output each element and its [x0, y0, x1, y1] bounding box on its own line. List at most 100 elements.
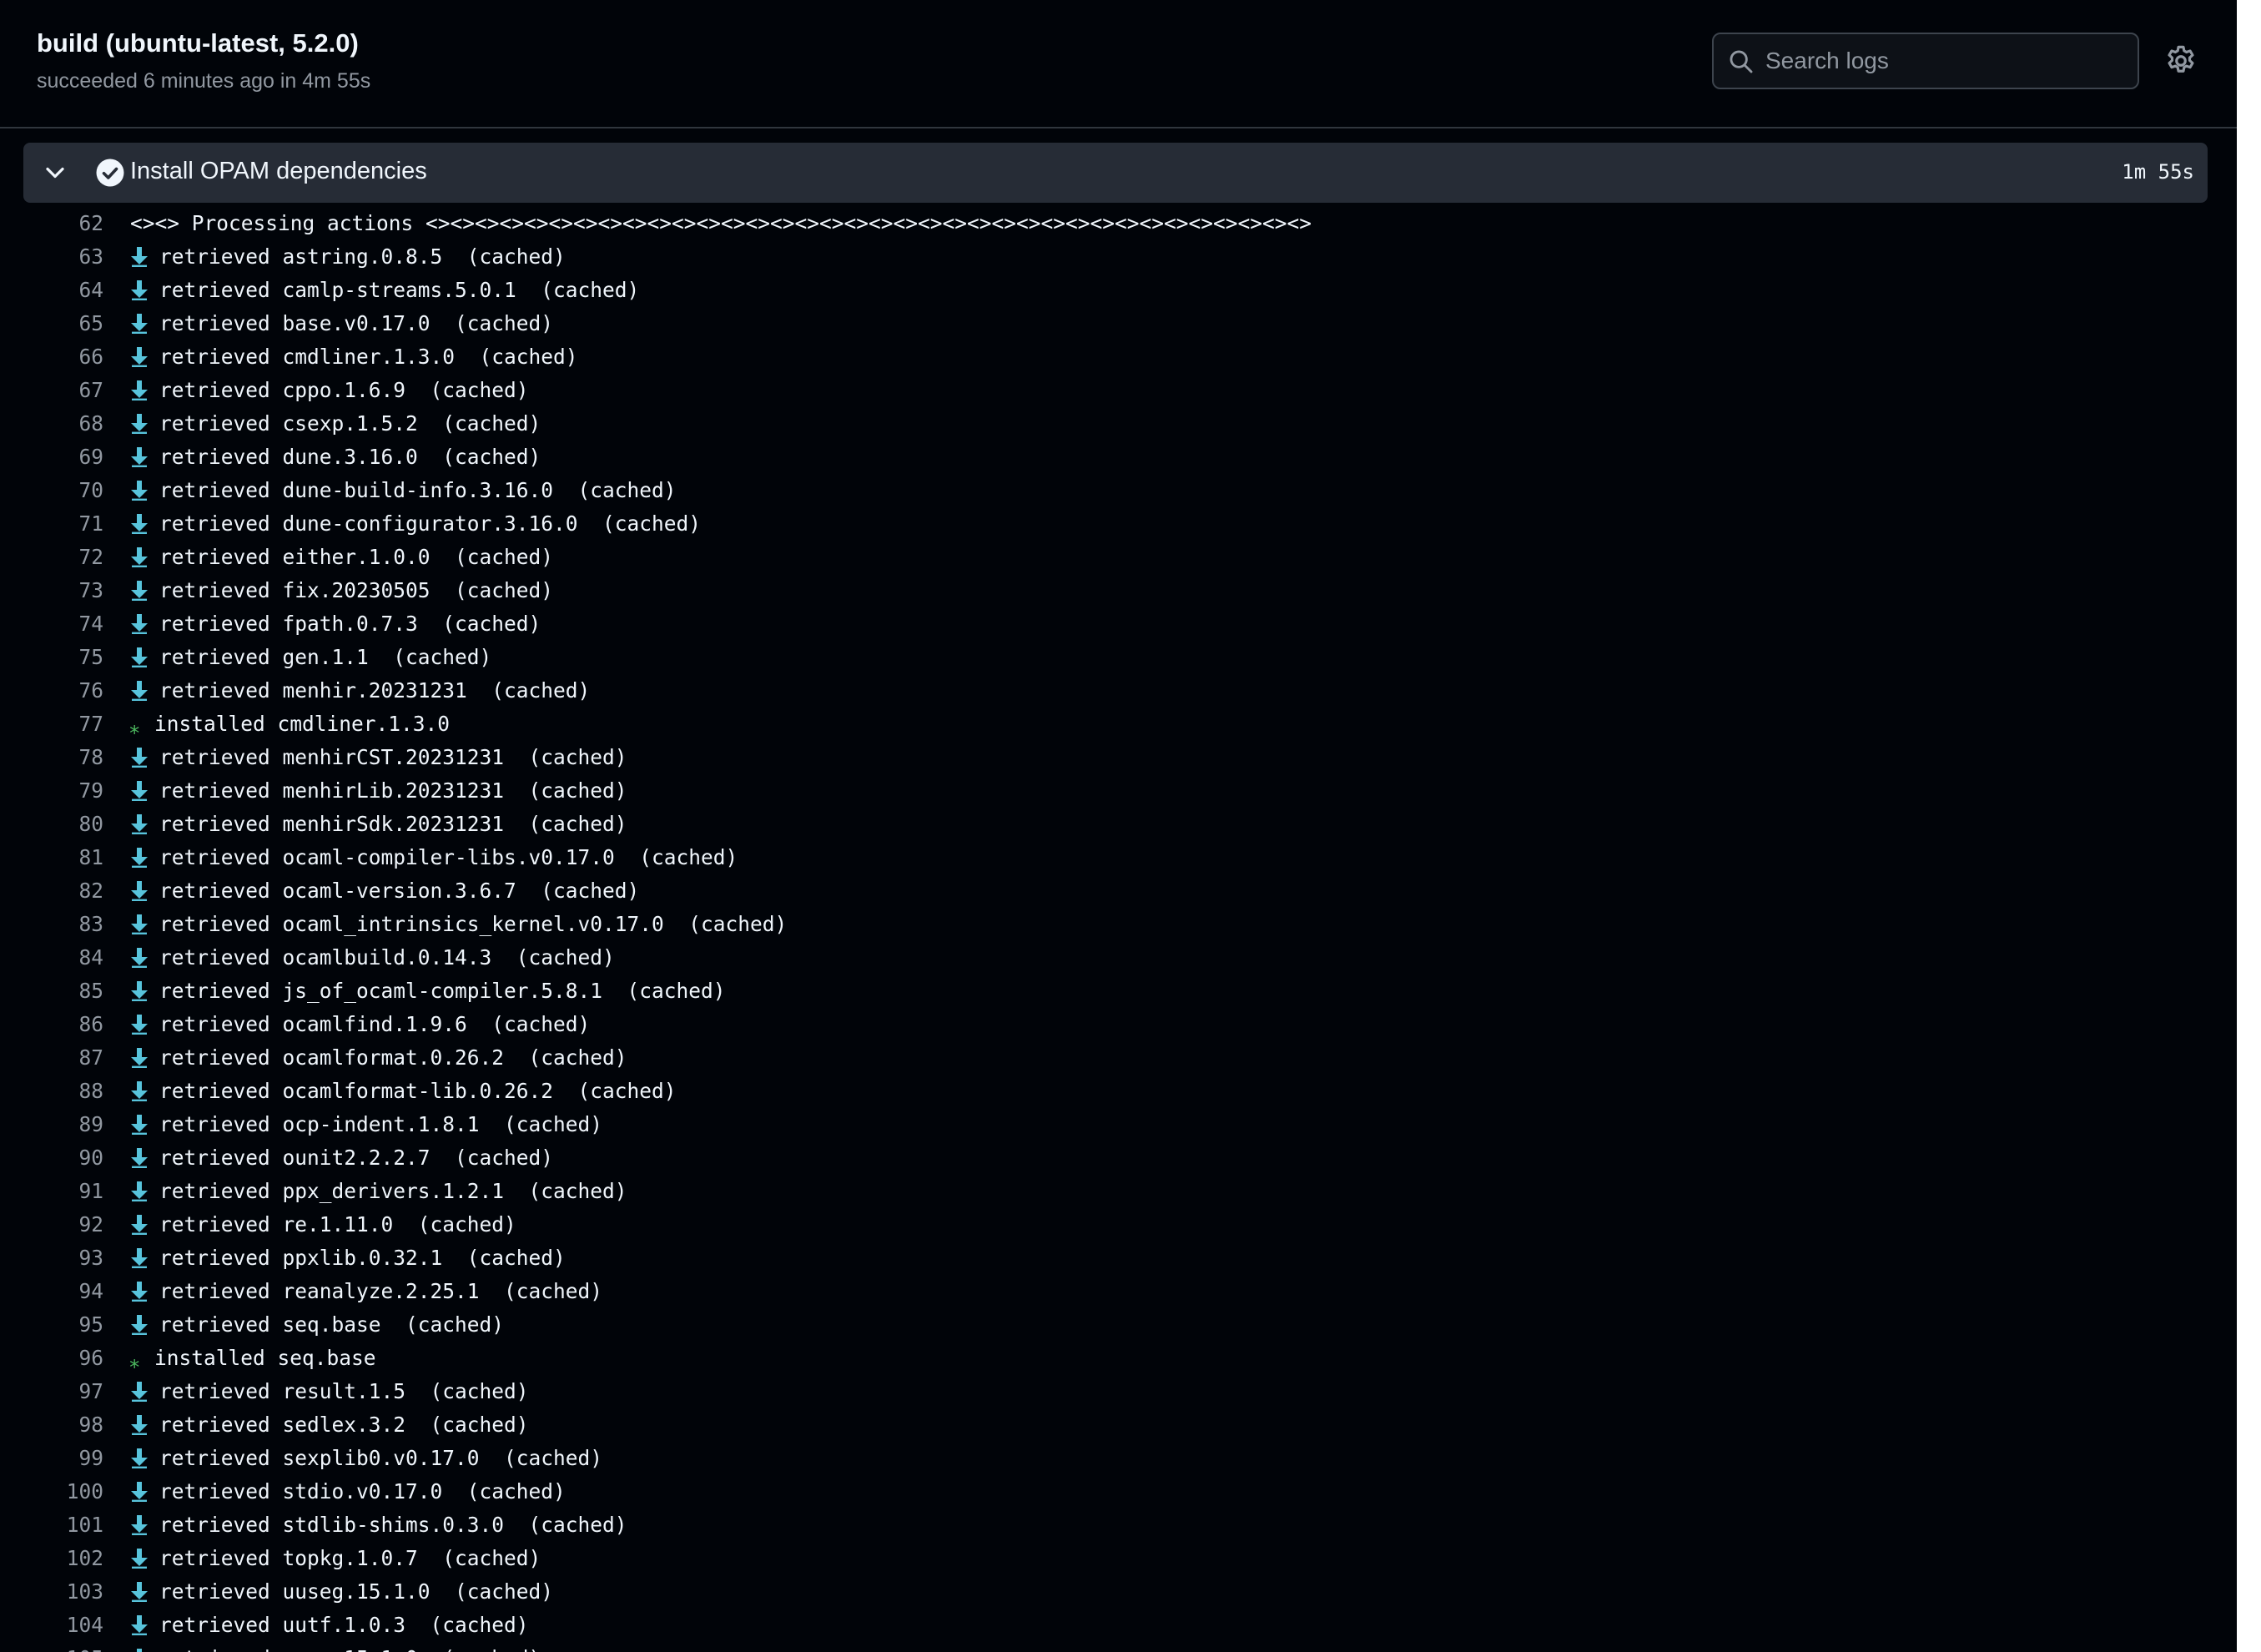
line-number[interactable]: 104: [0, 1609, 103, 1642]
line-number[interactable]: 71: [0, 507, 103, 541]
log-line: 89 retrieved ocp-indent.1.8.1 (cached): [0, 1108, 2237, 1141]
line-number[interactable]: 85: [0, 975, 103, 1008]
download-arrow-icon: [131, 1515, 148, 1535]
log-line: 79 retrieved menhirLib.20231231 (cached): [0, 774, 2237, 808]
download-arrow-icon: [131, 1482, 148, 1502]
line-number[interactable]: 73: [0, 574, 103, 607]
log-text: retrieved either.1.0.0 (cached): [159, 545, 554, 569]
log-text: retrieved js_of_ocaml-compiler.5.8.1 (ca…: [159, 979, 726, 1003]
search-box[interactable]: [1712, 33, 2139, 89]
log-line: 85 retrieved js_of_ocaml-compiler.5.8.1 (…: [0, 975, 2237, 1008]
job-title: build (ubuntu-latest, 5.2.0): [37, 28, 359, 58]
download-arrow-icon: [131, 1382, 148, 1402]
line-number[interactable]: 97: [0, 1375, 103, 1408]
line-number[interactable]: 101: [0, 1508, 103, 1542]
line-number[interactable]: 70: [0, 474, 103, 507]
download-arrow-icon: [131, 881, 148, 901]
line-number[interactable]: 91: [0, 1175, 103, 1208]
line-number[interactable]: 89: [0, 1108, 103, 1141]
line-number[interactable]: 72: [0, 541, 103, 574]
line-number[interactable]: 98: [0, 1408, 103, 1442]
log-line: 75 retrieved gen.1.1 (cached): [0, 641, 2237, 674]
line-number[interactable]: 83: [0, 908, 103, 941]
line-number[interactable]: 81: [0, 841, 103, 874]
log-line: 71 retrieved dune-configurator.3.16.0 (ca…: [0, 507, 2237, 541]
log-text: retrieved fpath.0.7.3 (cached): [159, 612, 541, 636]
line-number[interactable]: 86: [0, 1008, 103, 1041]
download-arrow-icon: [131, 781, 148, 801]
line-number[interactable]: 76: [0, 674, 103, 708]
line-number[interactable]: 80: [0, 808, 103, 841]
line-number[interactable]: 64: [0, 274, 103, 307]
line-number[interactable]: 105: [0, 1642, 103, 1652]
line-number[interactable]: 68: [0, 407, 103, 441]
line-number[interactable]: 100: [0, 1475, 103, 1508]
download-arrow-icon: [131, 1448, 148, 1468]
log-line: 76 retrieved menhir.20231231 (cached): [0, 674, 2237, 708]
log-text: retrieved ounit2.2.2.7 (cached): [159, 1146, 554, 1170]
log-line: 68 retrieved csexp.1.5.2 (cached): [0, 407, 2237, 441]
download-arrow-icon: [131, 981, 148, 1001]
line-number[interactable]: 78: [0, 741, 103, 774]
line-number[interactable]: 90: [0, 1141, 103, 1175]
log-line: 96 ∗ installed seq.base: [0, 1342, 2237, 1375]
line-number[interactable]: 74: [0, 607, 103, 641]
line-number[interactable]: 67: [0, 374, 103, 407]
line-number[interactable]: 94: [0, 1275, 103, 1308]
log-text: retrieved menhir.20231231 (cached): [159, 678, 591, 703]
log-line: 99 retrieved sexplib0.v0.17.0 (cached): [0, 1442, 2237, 1475]
download-arrow-icon: [131, 647, 148, 667]
log-text: retrieved dune-build-info.3.16.0 (cached…: [159, 478, 677, 502]
line-number[interactable]: 88: [0, 1075, 103, 1108]
download-arrow-icon: [131, 1048, 148, 1068]
log-line: 72 retrieved either.1.0.0 (cached): [0, 541, 2237, 574]
log-text: retrieved ocamlformat.0.26.2 (cached): [159, 1045, 627, 1070]
chevron-down-icon[interactable]: [40, 158, 70, 188]
line-number[interactable]: 92: [0, 1208, 103, 1242]
search-input[interactable]: [1765, 41, 2124, 81]
log-text: retrieved seq.base (cached): [159, 1312, 505, 1337]
line-number[interactable]: 87: [0, 1041, 103, 1075]
line-number[interactable]: 84: [0, 941, 103, 975]
step-duration: 1m 55s: [2122, 160, 2194, 184]
line-number[interactable]: 93: [0, 1242, 103, 1275]
log-line: 90 retrieved ounit2.2.2.7 (cached): [0, 1141, 2237, 1175]
log-text: retrieved gen.1.1 (cached): [159, 645, 492, 669]
line-number[interactable]: 75: [0, 641, 103, 674]
log-text: retrieved ocaml-compiler-libs.v0.17.0 (c…: [159, 845, 738, 869]
line-number[interactable]: 63: [0, 240, 103, 274]
log-text: retrieved menhirSdk.20231231 (cached): [159, 812, 627, 836]
line-number[interactable]: 99: [0, 1442, 103, 1475]
log-text: installed seq.base: [154, 1346, 376, 1370]
log-text: retrieved menhirLib.20231231 (cached): [159, 778, 627, 803]
log-output: 62 <><> Processing actions <><><><><><><>…: [0, 207, 2237, 1652]
download-arrow-icon: [131, 1215, 148, 1235]
log-line: 73 retrieved fix.20230505 (cached): [0, 574, 2237, 607]
download-arrow-icon: [131, 1015, 148, 1035]
download-arrow-icon: [131, 247, 148, 267]
log-text: retrieved fix.20230505 (cached): [159, 578, 554, 602]
line-number[interactable]: 95: [0, 1308, 103, 1342]
line-number[interactable]: 103: [0, 1575, 103, 1609]
step-header[interactable]: Install OPAM dependencies 1m 55s: [23, 143, 2208, 203]
line-number[interactable]: 82: [0, 874, 103, 908]
line-number[interactable]: 79: [0, 774, 103, 808]
log-line: 98 retrieved sedlex.3.2 (cached): [0, 1408, 2237, 1442]
line-number[interactable]: 96: [0, 1342, 103, 1375]
log-text: retrieved ocamlformat-lib.0.26.2 (cached…: [159, 1079, 677, 1103]
job-header: build (ubuntu-latest, 5.2.0) succeeded 6…: [0, 0, 2237, 128]
log-line: 67 retrieved cppo.1.6.9 (cached): [0, 374, 2237, 407]
gear-icon[interactable]: [2163, 43, 2198, 78]
log-text: retrieved uuseg.15.1.0 (cached): [159, 1579, 554, 1604]
log-line: 97 retrieved result.1.5 (cached): [0, 1375, 2237, 1408]
line-number[interactable]: 62: [0, 207, 103, 240]
log-line: 104 retrieved uutf.1.0.3 (cached): [0, 1609, 2237, 1642]
line-number[interactable]: 69: [0, 441, 103, 474]
line-number[interactable]: 65: [0, 307, 103, 340]
line-number[interactable]: 77: [0, 708, 103, 741]
log-text: retrieved cppo.1.6.9 (cached): [159, 378, 529, 402]
line-number[interactable]: 66: [0, 340, 103, 374]
log-line: 93 retrieved ppxlib.0.32.1 (cached): [0, 1242, 2237, 1275]
log-line: 88 retrieved ocamlformat-lib.0.26.2 (cach…: [0, 1075, 2237, 1108]
line-number[interactable]: 102: [0, 1542, 103, 1575]
